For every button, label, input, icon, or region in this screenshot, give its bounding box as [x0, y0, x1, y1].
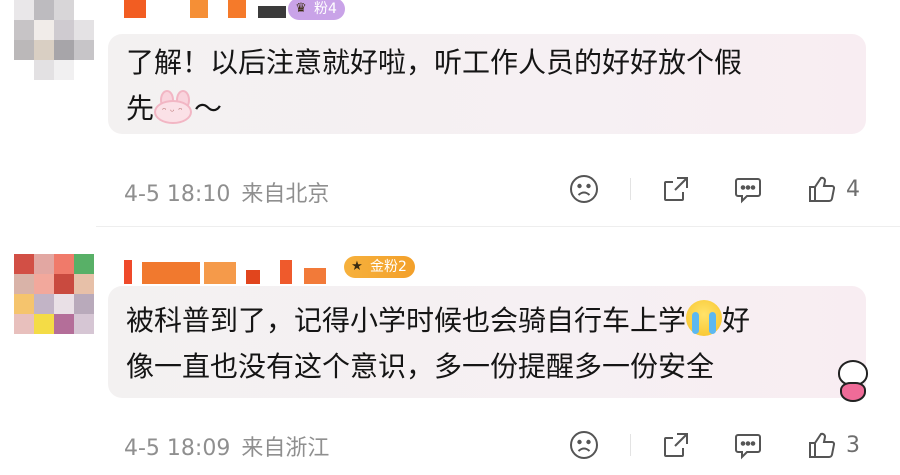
badge-label: 金粉2	[370, 259, 407, 275]
loudly-crying-face-emoji	[686, 300, 723, 336]
comment-item: ★ 金粉2 被科普到了，记得小学时候也会骑自行车上学 好 像一直也没有这个意识，多…	[0, 0, 900, 475]
comment-location: 来自浙江	[241, 436, 330, 461]
divider	[630, 434, 631, 456]
comment-text-part: 被科普到了，记得小学时候也会骑自行车上学	[126, 304, 687, 337]
sad-face-icon	[570, 431, 598, 459]
reply-button[interactable]	[732, 428, 764, 462]
share-icon	[664, 433, 688, 457]
comment-line: 被科普到了，记得小学时候也会骑自行车上学 好	[126, 298, 848, 344]
avatar[interactable]	[14, 254, 94, 334]
comment-actions: 3	[568, 428, 888, 462]
gold-fan-badge: ★ 金粉2	[344, 256, 415, 278]
thumbs-up-icon	[809, 432, 836, 458]
comment-meta: 4-5 18:09 来自浙江	[124, 430, 329, 462]
like-count: 3	[846, 432, 860, 458]
dislike-button[interactable]	[568, 428, 600, 462]
comment-text[interactable]: 被科普到了，记得小学时候也会骑自行车上学 好 像一直也没有这个意识，多一份提醒多一…	[108, 286, 866, 398]
comment-text-part: 好	[722, 304, 751, 337]
share-button[interactable]	[660, 428, 692, 462]
heart-sticker	[826, 356, 878, 406]
like-button[interactable]: 3	[806, 428, 860, 462]
crown-icon: ★	[351, 259, 363, 274]
comment-time: 4-5 18:09	[124, 436, 231, 461]
comment-bubble-icon	[735, 434, 761, 460]
comment-line: 像一直也没有这个意识，多一份提醒多一份安全	[126, 350, 715, 383]
